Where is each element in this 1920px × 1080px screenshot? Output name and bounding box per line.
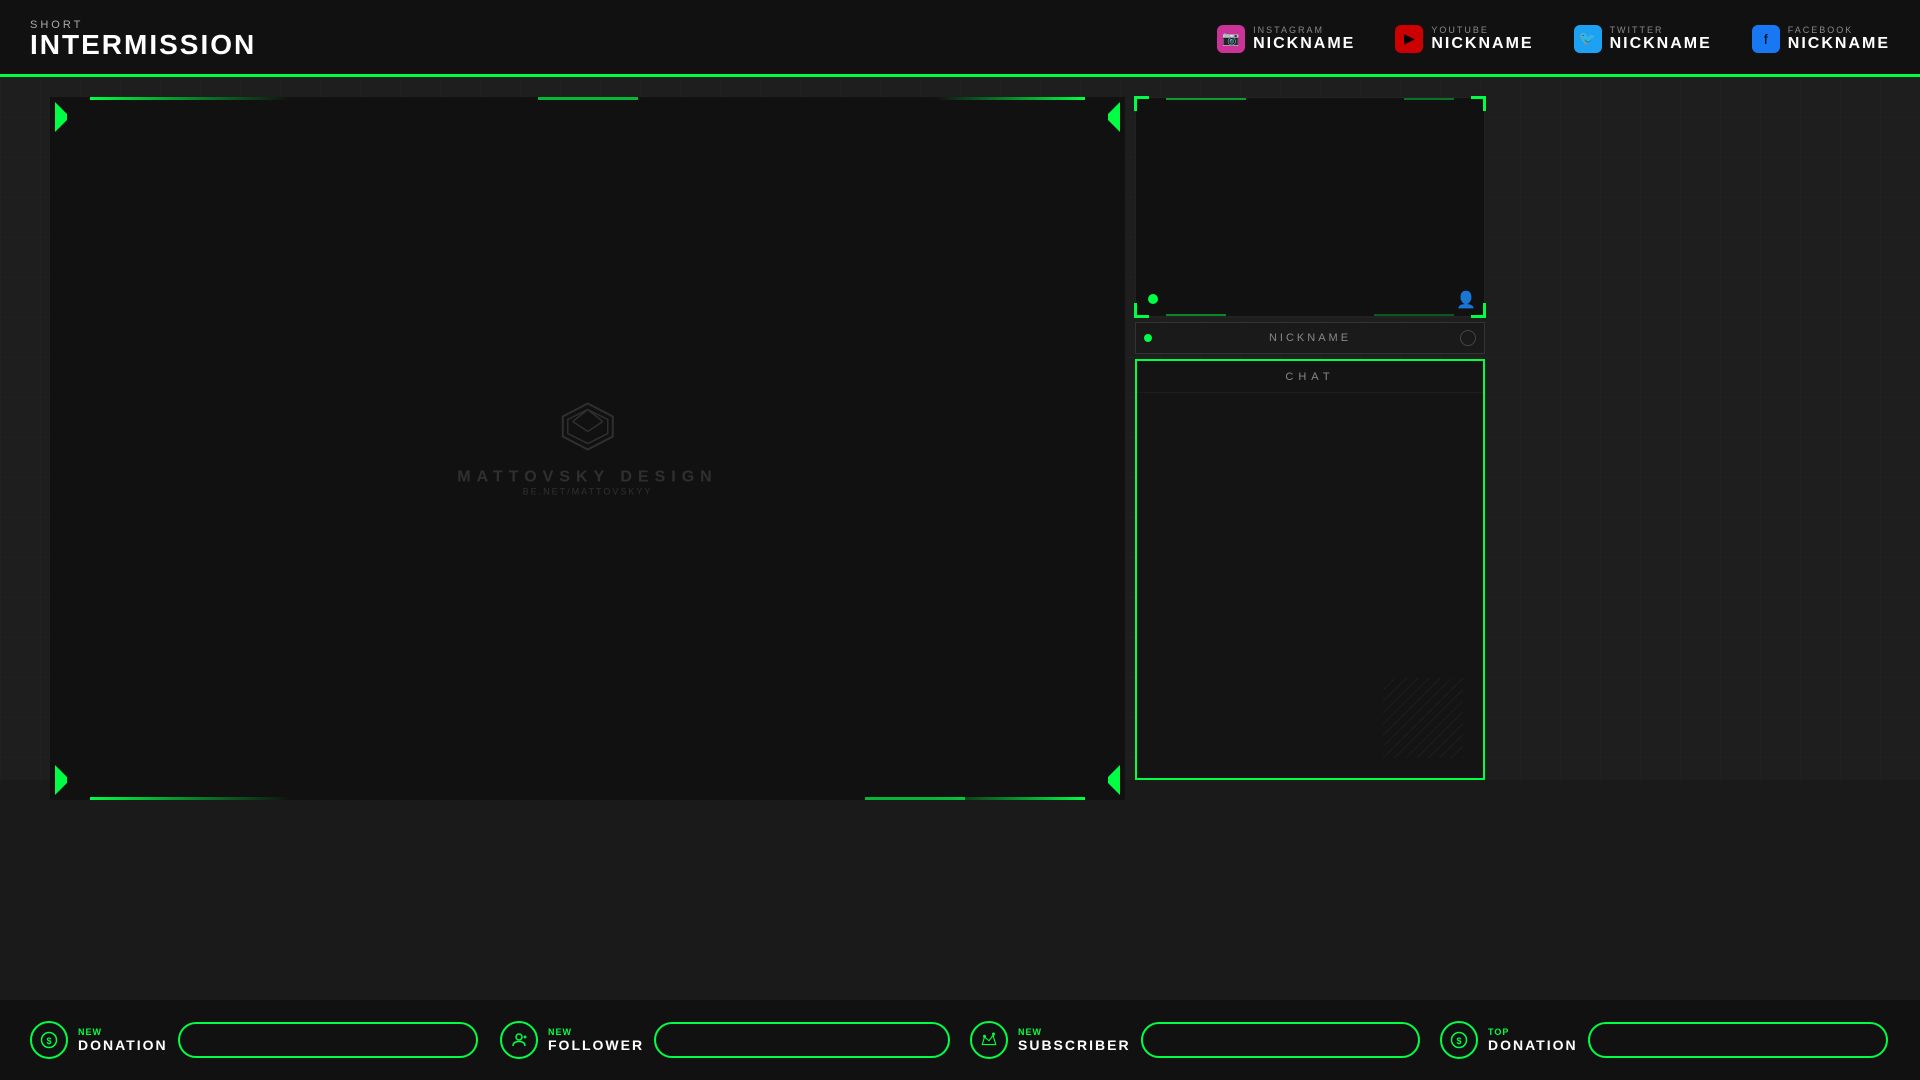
facebook-platform-label: FACEBOOK [1788,25,1890,35]
nickname-bar: NICKNAME [1135,322,1485,354]
chat-label: CHAT [1285,371,1334,383]
frame-line-top-center [538,97,638,100]
subscriber-new-label: NEW [1018,1027,1131,1037]
frame-line-bottom-left [90,797,290,800]
corner-arrow-tl [55,102,67,132]
chat-content [1137,393,1483,778]
chat-box: CHAT [1135,359,1485,780]
watermark: MATTOVSKY DESIGN BE.NET/MATTOVSKYY [457,401,717,496]
subscriber-type-label: SUBSCRIBER [1018,1037,1131,1053]
camera-corner-tr [1471,96,1486,111]
facebook-nickname: NICKNAME [1788,35,1890,53]
nickname-bar-text: NICKNAME [1269,332,1351,344]
corner-arrow-br [1108,765,1120,795]
follower-type-label: FOLLOWER [548,1037,644,1053]
dollar-icon: $ [40,1031,58,1049]
cam-line-bottom [1166,314,1226,316]
subscriber-icon-circle [970,1021,1008,1059]
social-instagram: 📷 INSTAGRAM NICKNAME [1217,25,1355,53]
donation-label: NEW DONATION [78,1027,168,1053]
cam-person-icon: 👤 [1456,290,1474,308]
stream-title: SHORT INTERMISSION [30,19,256,59]
top-donation-label: TOP DONATION [1488,1027,1578,1053]
youtube-platform-label: YOUTUBE [1431,25,1533,35]
frame-line-top-left [90,97,290,100]
donation-icon-circle: $ [30,1021,68,1059]
social-links: 📷 INSTAGRAM NICKNAME ▶ YOUTUBE NICKNAME … [1217,25,1890,53]
cam-line-top [1166,98,1246,100]
top-donation-type-label: DONATION [1488,1037,1578,1053]
intermission-label: INTERMISSION [30,31,256,59]
right-panel: 👤 NICKNAME CHAT [1125,77,1920,780]
watermark-logo-icon [558,401,618,463]
top-donation-icon-circle: $ [1440,1021,1478,1059]
twitter-platform-label: TWITTER [1610,25,1712,35]
bottom-item-donation: $ NEW DONATION [30,1021,480,1059]
follower-new-label: NEW [548,1027,644,1037]
camera-box: 👤 [1135,97,1485,317]
bottom-item-top-donation: $ TOP DONATION [1440,1021,1890,1059]
person-icon [510,1031,528,1049]
social-youtube: ▶ YOUTUBE NICKNAME [1395,25,1533,53]
youtube-nickname: NICKNAME [1431,35,1533,53]
svg-text:$: $ [1456,1036,1461,1046]
header-bar: SHORT INTERMISSION 📷 INSTAGRAM NICKNAME … [0,0,1920,77]
instagram-platform-label: INSTAGRAM [1253,25,1355,35]
frame-line-bottom-right [935,797,1085,800]
donation-type-label: DONATION [78,1037,168,1053]
follower-icon-circle [500,1021,538,1059]
instagram-icon: 📷 [1217,25,1245,53]
social-twitter: 🐦 TWITTER NICKNAME [1574,25,1712,53]
main-area: MATTOVSKY DESIGN BE.NET/MATTOVSKYY 👤 NIC… [0,77,1920,780]
video-area: MATTOVSKY DESIGN BE.NET/MATTOVSKYY [50,97,1125,800]
youtube-icon: ▶ [1395,25,1423,53]
camera-corner-bl [1134,303,1149,318]
twitter-nickname: NICKNAME [1610,35,1712,53]
follower-label: NEW FOLLOWER [548,1027,644,1053]
top-donation-input [1588,1022,1888,1058]
bottom-bar: $ NEW DONATION NEW FOLLOWER [0,1000,1920,1080]
top-donation-new-label: TOP [1488,1027,1578,1037]
cam-status-dot [1148,294,1158,304]
top-dollar-icon: $ [1450,1031,1468,1049]
facebook-icon: f [1752,25,1780,53]
follower-input [654,1022,950,1058]
bottom-item-follower: NEW FOLLOWER [500,1021,950,1059]
bottom-item-subscriber: NEW SUBSCRIBER [970,1021,1420,1059]
donation-input [178,1022,478,1058]
corner-arrow-bl [55,765,67,795]
instagram-nickname: NICKNAME [1253,35,1355,53]
cam-line-bottom2 [1374,314,1454,316]
subscriber-input [1141,1022,1420,1058]
chat-header: CHAT [1137,361,1483,393]
subscriber-label: NEW SUBSCRIBER [1018,1027,1131,1053]
watermark-text: MATTOVSKY DESIGN [457,468,717,486]
cam-line-top2 [1404,98,1454,100]
corner-arrow-tr [1108,102,1120,132]
svg-text:$: $ [46,1036,51,1046]
twitter-icon: 🐦 [1574,25,1602,53]
camera-corner-tl [1134,96,1149,111]
donation-new-label: NEW [78,1027,168,1037]
social-facebook: f FACEBOOK NICKNAME [1752,25,1890,53]
crown-icon [980,1031,998,1049]
frame-line-top-right [935,97,1085,100]
watermark-subtext: BE.NET/MATTOVSKYY [523,486,653,496]
